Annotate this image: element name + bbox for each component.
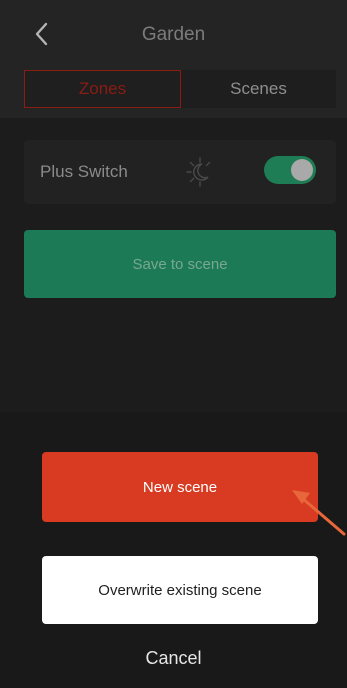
annotation-arrow-icon xyxy=(292,490,346,536)
cancel-button[interactable]: Cancel xyxy=(0,648,347,669)
tab-zones[interactable]: Zones xyxy=(24,70,181,108)
save-to-scene-button[interactable]: Save to scene xyxy=(24,230,336,298)
toggle-knob xyxy=(291,159,313,181)
overwrite-scene-button[interactable]: Overwrite existing scene xyxy=(42,556,318,624)
content-area: Plus Switch Save to scene xyxy=(0,118,347,412)
tab-scenes[interactable]: Scenes xyxy=(181,70,336,108)
screen: Garden Zones Scenes Plus Switch Save to … xyxy=(0,0,347,688)
zone-item-plus-switch: Plus Switch xyxy=(24,140,336,204)
header: Garden xyxy=(0,0,347,64)
sun-moon-icon xyxy=(186,157,211,187)
new-scene-button[interactable]: New scene xyxy=(42,452,318,522)
tab-bar: Zones Scenes xyxy=(24,70,336,108)
zone-item-label: Plus Switch xyxy=(40,162,128,181)
zone-toggle[interactable] xyxy=(264,156,316,184)
action-sheet: New scene Overwrite existing scene Cance… xyxy=(0,412,347,688)
page-title: Garden xyxy=(141,24,206,45)
